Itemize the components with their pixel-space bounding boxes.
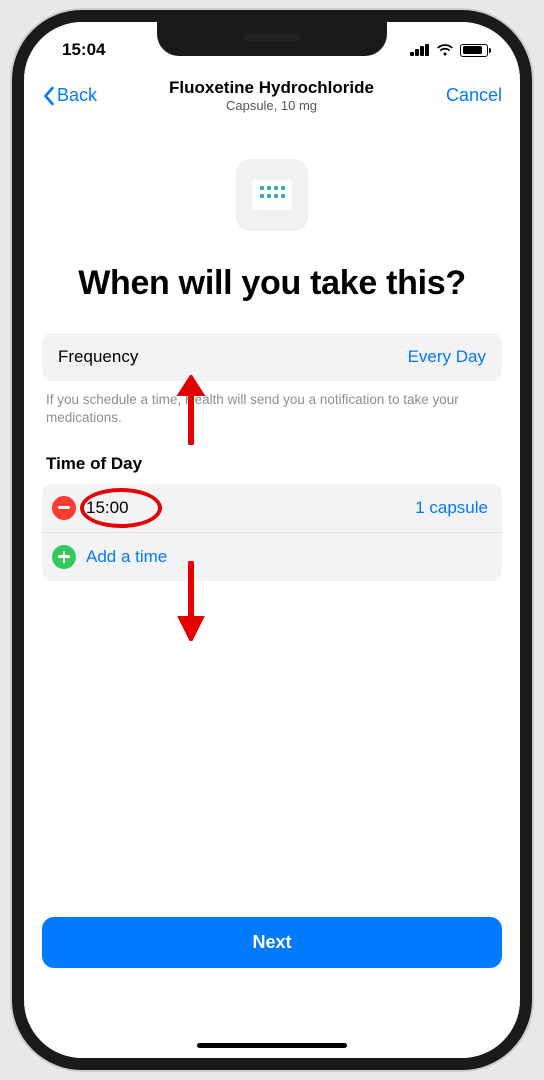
remove-time-button[interactable] <box>52 496 76 520</box>
next-button[interactable]: Next <box>42 917 502 968</box>
time-value[interactable]: 15:00 <box>86 498 129 518</box>
frequency-row[interactable]: Frequency Every Day <box>42 333 502 381</box>
nav-title: Fluoxetine Hydrochloride <box>97 78 446 98</box>
add-time-button[interactable] <box>52 545 76 569</box>
nav-bar: Back Fluoxetine Hydrochloride Capsule, 1… <box>24 72 520 123</box>
phone-frame: 15:04 Back Fluoxetine Hydrochloride Caps… <box>12 10 532 1070</box>
notch <box>157 22 387 56</box>
power-button <box>530 272 532 366</box>
time-row[interactable]: 15:00 1 capsule <box>42 484 502 532</box>
frequency-label: Frequency <box>58 347 138 367</box>
chevron-left-icon <box>42 86 55 106</box>
back-button[interactable]: Back <box>42 85 97 106</box>
frequency-value: Every Day <box>408 347 486 367</box>
hint-text: If you schedule a time, Health will send… <box>42 391 502 427</box>
add-time-label: Add a time <box>86 547 167 567</box>
medication-icon <box>236 159 308 231</box>
mute-switch <box>12 182 14 218</box>
volume-up-button <box>12 252 14 316</box>
back-label: Back <box>57 85 97 106</box>
cancel-button[interactable]: Cancel <box>446 85 502 106</box>
page-heading: When will you take this? <box>42 263 502 303</box>
dose-value[interactable]: 1 capsule <box>415 498 488 518</box>
status-time: 15:04 <box>62 40 105 60</box>
volume-down-button <box>12 332 14 396</box>
wifi-icon <box>436 43 454 57</box>
cellular-signal-icon <box>410 44 430 56</box>
add-time-row[interactable]: Add a time <box>42 532 502 581</box>
home-indicator[interactable] <box>197 1043 347 1048</box>
time-section-label: Time of Day <box>42 454 502 474</box>
nav-subtitle: Capsule, 10 mg <box>97 98 446 113</box>
time-list: 15:00 1 capsule Add a time <box>42 484 502 581</box>
battery-icon <box>460 44 488 57</box>
